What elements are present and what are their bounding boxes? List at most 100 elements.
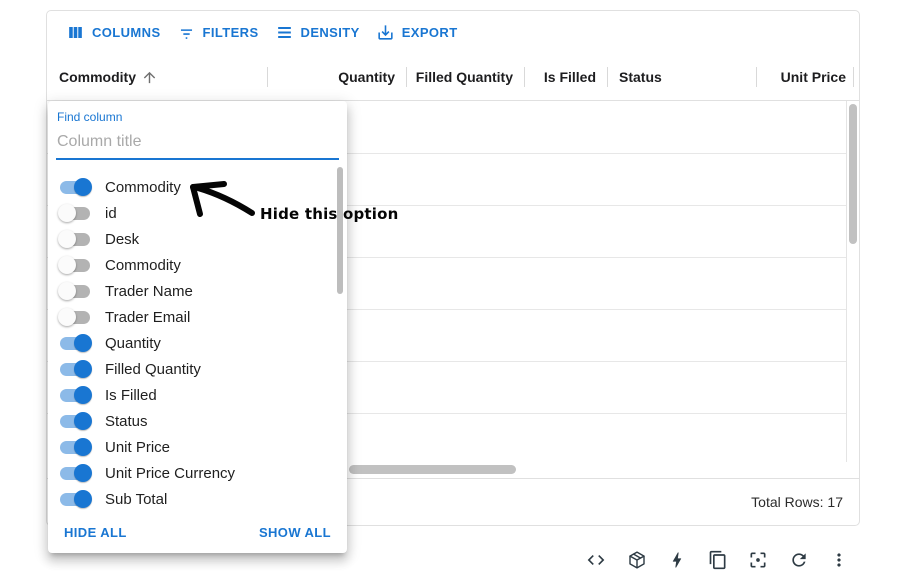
density-button-label: DENSITY	[300, 24, 360, 40]
column-header-unit-price[interactable]: Unit Price	[757, 53, 854, 101]
column-header-label: Status	[619, 69, 662, 85]
column-visibility-switch[interactable]	[58, 229, 92, 249]
export-button[interactable]: EXPORT	[368, 19, 466, 46]
column-visibility-switch[interactable]	[58, 385, 92, 405]
codesandbox-button[interactable]	[625, 548, 649, 572]
column-toggle-label: Status	[105, 412, 148, 430]
density-button[interactable]: DENSITY	[267, 19, 368, 46]
grid-toolbar: COLUMNS FILTERS DENSITY EXPORT	[47, 11, 859, 53]
demo-toolbar	[584, 548, 851, 572]
column-header-is-filled[interactable]: Is Filled	[525, 53, 608, 101]
column-separator	[853, 67, 854, 87]
horizontal-scrollbar[interactable]	[349, 465, 516, 474]
column-toggle-item: Commodity	[58, 252, 347, 278]
switch-thumb	[74, 464, 92, 482]
switch-thumb	[74, 178, 92, 196]
switch-thumb	[58, 256, 76, 274]
switch-thumb	[74, 334, 92, 352]
column-search-input[interactable]	[56, 131, 339, 160]
switch-thumb	[74, 490, 92, 508]
column-toggle-label: Quantity	[105, 334, 161, 352]
column-visibility-switch[interactable]	[58, 463, 92, 483]
view-columns-icon	[69, 26, 82, 38]
column-toggle-item: Desk	[58, 226, 347, 252]
column-separator	[524, 67, 525, 87]
switch-thumb	[74, 412, 92, 430]
total-rows-label: Total Rows: 17	[751, 494, 843, 510]
column-toggle-item: Sub Total	[58, 486, 347, 511]
switch-thumb	[74, 360, 92, 378]
column-toggle-label: Trader Name	[105, 282, 193, 300]
focus-isolate-button[interactable]	[746, 548, 770, 572]
download-icon	[378, 24, 393, 40]
column-toggle-label: Filled Quantity	[105, 360, 201, 378]
column-toggle-item: Is Filled	[58, 382, 347, 408]
column-toggle-item: Trader Email	[58, 304, 347, 330]
column-toggle-item: Commodity	[58, 174, 347, 200]
annotation-text: Hide this option	[260, 205, 399, 223]
more-vertical-icon	[837, 553, 841, 567]
columns-panel: Find column Commodity id Desk Commodity	[48, 101, 347, 553]
columns-button-label: COLUMNS	[92, 24, 161, 40]
column-separator	[267, 67, 268, 87]
panel-scrollbar[interactable]	[337, 167, 343, 294]
column-search: Find column	[48, 101, 347, 160]
refresh-icon	[791, 553, 806, 567]
column-header-label: Unit Price	[780, 69, 846, 85]
column-visibility-switch[interactable]	[58, 281, 92, 301]
reset-demo-button[interactable]	[787, 548, 811, 572]
column-visibility-switch[interactable]	[58, 437, 92, 457]
columns-button[interactable]: COLUMNS	[58, 19, 169, 46]
column-toggle-label: id	[105, 204, 117, 222]
column-visibility-switch[interactable]	[58, 411, 92, 431]
switch-thumb	[74, 386, 92, 404]
stackblitz-button[interactable]	[665, 548, 689, 572]
column-visibility-switch[interactable]	[58, 203, 92, 223]
column-toggle-label: Commodity	[105, 178, 181, 196]
column-header-filled-quantity[interactable]: Filled Quantity	[407, 53, 525, 101]
column-toggle-label: Unit Price Currency	[105, 464, 236, 482]
switch-thumb	[58, 308, 76, 326]
sort-ascending-icon	[143, 71, 156, 83]
column-separator	[607, 67, 608, 87]
column-visibility-switch[interactable]	[58, 255, 92, 275]
switch-thumb	[58, 204, 76, 222]
column-visibility-switch[interactable]	[58, 307, 92, 327]
code-icon	[587, 555, 605, 565]
column-header-label: Filled Quantity	[415, 69, 513, 85]
column-toggle-item: Filled Quantity	[58, 356, 347, 382]
column-visibility-switch[interactable]	[58, 177, 92, 197]
column-separator	[756, 67, 757, 87]
filters-button-label: FILTERS	[202, 24, 259, 40]
column-toggle-label: Unit Price	[105, 438, 171, 456]
show-code-button[interactable]	[584, 548, 608, 572]
column-header-label: Quantity	[338, 69, 395, 85]
hide-all-button[interactable]: HIDE ALL	[58, 519, 133, 546]
column-toggle-label: Is Filled	[105, 386, 157, 404]
column-visibility-switch[interactable]	[58, 489, 92, 509]
column-visibility-switch[interactable]	[58, 333, 92, 353]
find-column-label: Find column	[57, 110, 123, 124]
more-options-button[interactable]	[827, 548, 851, 572]
column-header-commodity[interactable]: Commodity	[47, 53, 268, 101]
column-toggle-label: Desk	[105, 230, 140, 248]
column-header-status[interactable]: Status	[608, 53, 757, 101]
columns-panel-footer: HIDE ALL SHOW ALL	[48, 511, 347, 553]
copy-button[interactable]	[706, 548, 730, 572]
switch-thumb	[58, 282, 76, 300]
column-separator	[406, 67, 407, 87]
show-all-button[interactable]: SHOW ALL	[253, 519, 337, 546]
column-toggle-item: Unit Price Currency	[58, 460, 347, 486]
export-button-label: EXPORT	[401, 24, 458, 40]
copy-icon	[709, 550, 725, 570]
column-toggle-item: Unit Price	[58, 434, 347, 460]
filters-button[interactable]: FILTERS	[169, 19, 267, 46]
column-toggle-item: Trader Name	[58, 278, 347, 304]
vertical-scrollbar[interactable]	[849, 104, 857, 244]
column-toggle-item: Status	[58, 408, 347, 434]
column-header-quantity[interactable]: Quantity	[268, 53, 407, 101]
switch-thumb	[58, 230, 76, 248]
column-toggle-label: Commodity	[105, 256, 181, 274]
column-visibility-switch[interactable]	[58, 359, 92, 379]
column-header-label: Is Filled	[543, 69, 596, 85]
